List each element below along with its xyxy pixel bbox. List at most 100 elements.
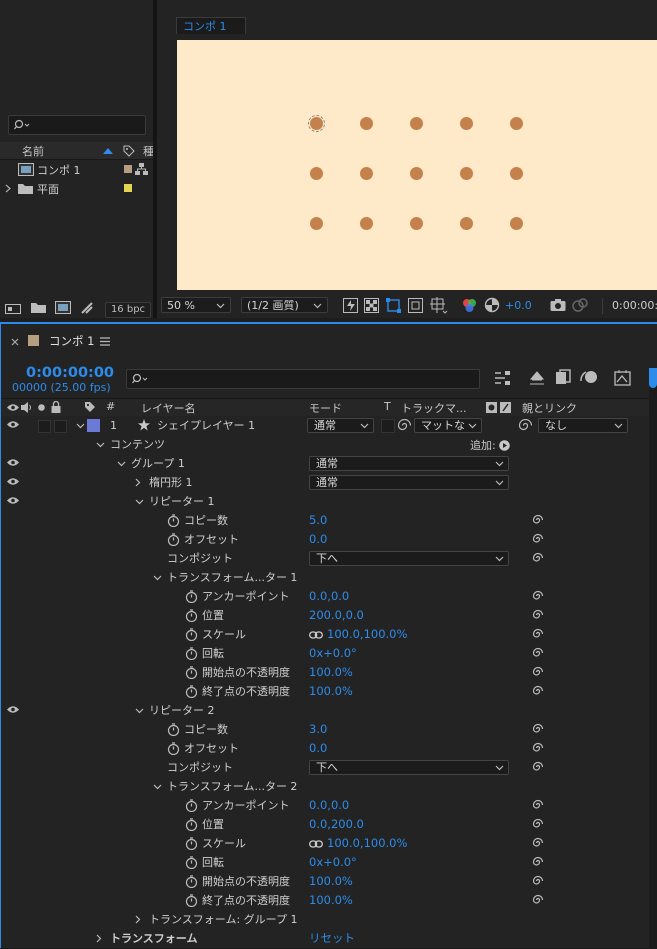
chevron-down-icon[interactable] xyxy=(135,499,144,508)
track-matte-column-label[interactable]: トラックマ... xyxy=(401,400,467,416)
expression-pick-whip-icon[interactable] xyxy=(532,837,544,849)
constrain-proportions-link-icon[interactable] xyxy=(309,839,323,849)
layer-name[interactable]: シェイプレイヤー 1 xyxy=(157,416,255,435)
stopwatch-icon[interactable] xyxy=(167,514,180,527)
layer-label-swatch[interactable] xyxy=(87,419,100,432)
motion-blur-icon[interactable] xyxy=(580,369,598,386)
property-value[interactable]: 0.0 xyxy=(309,739,327,758)
stopwatch-icon[interactable] xyxy=(167,723,180,736)
parent-link-column-label[interactable]: 親とリンク xyxy=(522,400,577,416)
pick-whip-icon[interactable] xyxy=(398,419,411,432)
exposure-reset-icon[interactable] xyxy=(484,297,500,313)
expression-pick-whip-icon[interactable] xyxy=(532,590,544,602)
property-value[interactable]: 100.0% xyxy=(309,663,353,682)
property-row[interactable]: 位置 200.0,0.0 xyxy=(1,606,649,626)
stopwatch-icon[interactable] xyxy=(185,609,198,622)
property-value[interactable]: 100.0% xyxy=(309,682,353,701)
preserve-transparency-toggle[interactable] xyxy=(381,419,395,433)
expression-pick-whip-icon[interactable] xyxy=(532,723,544,735)
stopwatch-icon[interactable] xyxy=(185,647,198,660)
property-value[interactable]: 100.0,100.0% xyxy=(327,834,407,853)
property-row[interactable]: トランスフォーム...ター 1 xyxy=(1,568,649,588)
layer-row-shape-layer-1[interactable]: 1 シェイプレイヤー 1 通常 マットな なし xyxy=(1,416,649,436)
show-snapshot-icon[interactable] xyxy=(572,298,588,312)
chevron-right-icon[interactable] xyxy=(96,934,105,943)
layer-mode-dropdown[interactable]: 通常 xyxy=(307,418,374,433)
property-row[interactable]: 終了点の不透明度 100.0% xyxy=(1,891,649,911)
visibility-eye-icon[interactable] xyxy=(7,420,19,429)
project-settings-icon[interactable] xyxy=(80,301,94,315)
resolution-dropdown[interactable]: (1/2 画質) xyxy=(241,297,328,313)
constrain-proportions-link-icon[interactable] xyxy=(309,630,323,640)
frame-blending-icon[interactable] xyxy=(555,369,572,386)
stopwatch-icon[interactable] xyxy=(185,628,198,641)
property-row[interactable]: トランスフォーム...ター 2 xyxy=(1,777,649,797)
panel-menu-icon[interactable] xyxy=(100,337,110,346)
expression-pick-whip-icon[interactable] xyxy=(532,875,544,887)
property-row[interactable]: リピーター 1 xyxy=(1,492,649,512)
chevron-down-icon[interactable] xyxy=(153,784,162,793)
property-row[interactable]: オフセット 0.0 xyxy=(1,739,649,759)
property-row[interactable]: コンポジット 下へ xyxy=(1,549,649,569)
property-row[interactable]: 回転 0x+0.0° xyxy=(1,853,649,873)
parent-pick-whip-icon[interactable] xyxy=(519,419,532,432)
property-row[interactable]: トランスフォーム: グループ 1 xyxy=(1,910,649,930)
expression-pick-whip-icon[interactable] xyxy=(532,761,544,773)
label-tag-icon[interactable] xyxy=(84,401,96,413)
property-value[interactable]: 0x+0.0° xyxy=(309,644,357,663)
property-row[interactable]: 位置 0.0,200.0 xyxy=(1,815,649,835)
chevron-down-icon[interactable] xyxy=(76,423,85,429)
video-visibility-icon[interactable] xyxy=(7,403,19,412)
stopwatch-icon[interactable] xyxy=(185,875,198,888)
property-value[interactable]: 100.0,100.0% xyxy=(327,625,407,644)
visibility-eye-icon[interactable] xyxy=(7,496,19,505)
property-value[interactable]: 100.0% xyxy=(309,891,353,910)
property-row[interactable]: コンテンツ xyxy=(1,435,649,455)
region-of-interest-icon[interactable] xyxy=(408,298,423,313)
chevron-down-icon[interactable] xyxy=(135,708,144,717)
expression-pick-whip-icon[interactable] xyxy=(532,894,544,906)
viewer-timecode[interactable]: 0:00:00:00 xyxy=(602,298,657,314)
property-value[interactable]: 0.0,200.0 xyxy=(309,815,364,834)
property-value[interactable]: 5.0 xyxy=(309,511,327,530)
property-value[interactable]: 100.0% xyxy=(309,872,353,891)
flowchart-icon[interactable] xyxy=(135,163,149,176)
name-column-label[interactable]: 名前 xyxy=(22,143,44,159)
expression-pick-whip-icon[interactable] xyxy=(532,666,544,678)
lock-icon[interactable] xyxy=(51,401,61,413)
property-row[interactable]: アンカーポイント 0.0,0.0 xyxy=(1,796,649,816)
property-value[interactable]: 0.0,0.0 xyxy=(309,587,349,606)
chevron-down-icon[interactable] xyxy=(96,442,105,451)
stopwatch-icon[interactable] xyxy=(185,666,198,679)
visibility-eye-icon[interactable] xyxy=(7,458,19,467)
property-value[interactable]: 0x+0.0° xyxy=(309,853,357,872)
property-row[interactable]: 楕円形 1 通常 xyxy=(1,473,649,493)
property-row[interactable]: 開始点の不透明度 100.0% xyxy=(1,663,649,683)
property-row[interactable]: コピー数 3.0 xyxy=(1,720,649,740)
chevron-right-icon[interactable] xyxy=(135,915,144,924)
exposure-value[interactable]: +0.0 xyxy=(505,299,532,312)
new-folder-icon[interactable] xyxy=(31,302,46,314)
property-dropdown[interactable]: 通常 xyxy=(309,456,509,471)
draft-3d-icon[interactable] xyxy=(528,370,546,386)
current-time-indicator[interactable] xyxy=(649,368,657,388)
expression-pick-whip-icon[interactable] xyxy=(532,628,544,640)
timeline-tab-comp[interactable]: コンポ 1 xyxy=(49,333,94,349)
property-row[interactable]: 終了点の不透明度 100.0% xyxy=(1,682,649,702)
chevron-right-icon[interactable] xyxy=(5,184,12,193)
property-row[interactable]: トランスフォーム リセット xyxy=(1,929,649,949)
stopwatch-icon[interactable] xyxy=(185,799,198,812)
bit-depth-button[interactable]: 16 bpc xyxy=(105,302,151,318)
expression-pick-whip-icon[interactable] xyxy=(532,647,544,659)
project-search-input[interactable] xyxy=(8,115,146,135)
expression-pick-whip-icon[interactable] xyxy=(532,818,544,830)
close-icon[interactable] xyxy=(11,338,19,346)
add-property-button[interactable]: 追加: xyxy=(470,437,511,453)
transparency-grid-icon[interactable] xyxy=(364,298,379,313)
graph-editor-icon[interactable] xyxy=(614,369,632,386)
stopwatch-icon[interactable] xyxy=(185,856,198,869)
property-dropdown[interactable]: 下へ xyxy=(309,551,509,566)
solo-icon[interactable] xyxy=(38,404,45,411)
stopwatch-icon[interactable] xyxy=(167,533,180,546)
timeline-track-area[interactable] xyxy=(649,368,657,948)
